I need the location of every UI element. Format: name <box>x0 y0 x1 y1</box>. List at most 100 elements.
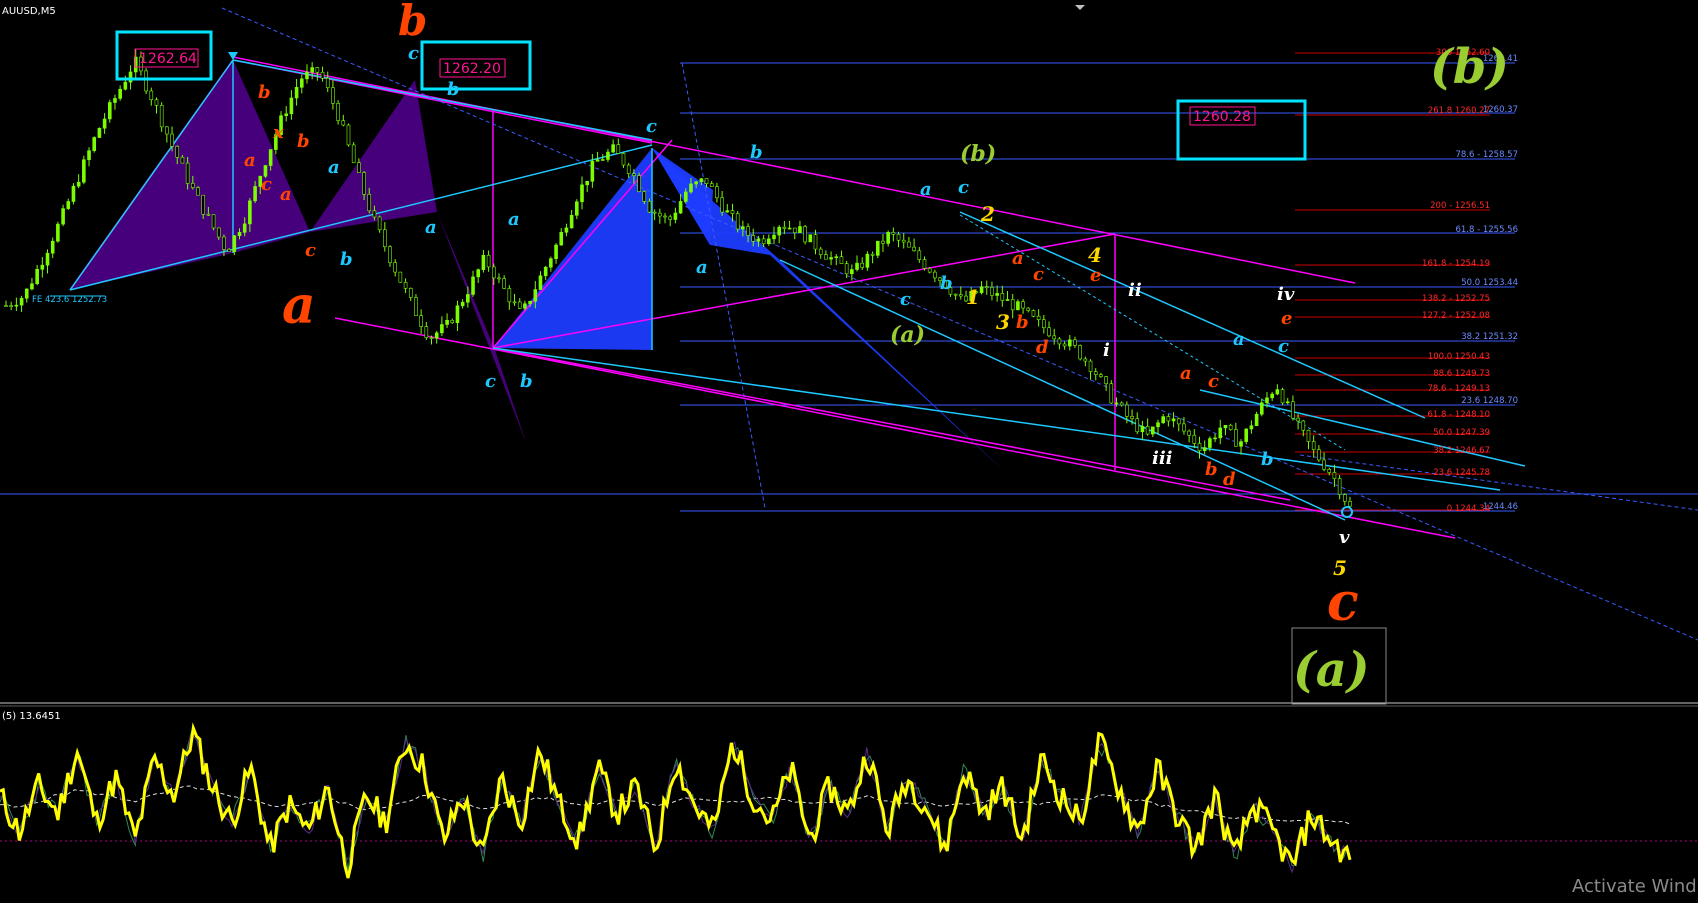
candle-body <box>626 164 631 174</box>
candle-body <box>1016 301 1020 311</box>
candle-body <box>1156 422 1160 428</box>
candle-body <box>1052 335 1057 340</box>
wave-label-big-b: b <box>398 0 427 45</box>
candle-body <box>1192 434 1197 444</box>
wave-label: c <box>1208 371 1219 392</box>
price-chart[interactable]: 1262.64 1262.20 1260.28 FE 423.6 1252.73… <box>0 0 1698 899</box>
candle-body <box>824 254 828 260</box>
candle-body <box>818 248 823 255</box>
candle-body <box>678 201 683 214</box>
candle-body <box>1119 402 1124 406</box>
candle-body <box>455 305 460 323</box>
candle-body <box>984 286 989 289</box>
candle-body <box>1182 423 1186 432</box>
price-box-2[interactable]: 1262.20 <box>420 40 532 91</box>
candle-body <box>1337 478 1342 495</box>
candle-body <box>1301 420 1306 431</box>
wave-roman: iii <box>1152 448 1173 469</box>
candle-body <box>1021 301 1025 309</box>
candle-body <box>502 278 506 289</box>
wave-label: a <box>1233 329 1245 350</box>
wave-label: c <box>305 240 316 261</box>
candle-body <box>159 105 164 128</box>
candle-body <box>1109 383 1114 404</box>
candle-body <box>1317 449 1321 461</box>
fe-label: FE 423.6 1252.73 <box>32 295 107 305</box>
candle-body <box>315 67 320 73</box>
wave-roman: ii <box>1128 280 1142 301</box>
candle-body <box>1234 429 1238 447</box>
candle-body <box>113 98 117 103</box>
candle-body <box>1078 345 1082 360</box>
candle-body <box>1042 319 1046 329</box>
candle-body <box>14 304 19 307</box>
candle-body <box>1296 417 1300 422</box>
wave-roman: v <box>1339 527 1350 548</box>
candle-body <box>1280 389 1285 404</box>
candle-body <box>289 97 294 115</box>
wave-label: d <box>1036 337 1049 358</box>
candle-body <box>185 162 190 184</box>
candle-body <box>196 187 200 196</box>
candle-body <box>305 71 309 80</box>
fib-red-label: 0 1244.34 <box>1447 504 1490 514</box>
candle-body <box>294 87 299 99</box>
chart-stage[interactable]: 1262.64 1262.20 1260.28 FE 423.6 1252.73… <box>0 0 1698 899</box>
candle-body <box>1130 416 1134 419</box>
candle-body <box>476 269 481 278</box>
candle-body <box>201 194 205 215</box>
wave-label: e <box>1090 265 1101 286</box>
wave-label: c <box>1033 264 1044 285</box>
wave-number: 3 <box>996 310 1010 334</box>
candle-body <box>362 172 366 195</box>
candle-body <box>1249 425 1254 430</box>
candle-body <box>1088 360 1093 372</box>
dashed-channel <box>221 7 1698 641</box>
wave-label: x <box>272 122 284 143</box>
fib-blue-label: 61.8 - 1255.56 <box>1455 225 1518 235</box>
candle-body <box>299 78 304 88</box>
wave-label-paren-a-box: (a) <box>1293 642 1370 698</box>
candle-body <box>45 252 50 266</box>
candle-body <box>995 293 999 296</box>
candle-body <box>896 233 901 241</box>
candle-body <box>549 258 553 268</box>
candle-body <box>383 229 387 248</box>
wave-label: e <box>1281 308 1292 329</box>
candle-body <box>1343 494 1347 502</box>
candle-body <box>87 150 91 161</box>
wave-label: a <box>244 150 256 171</box>
wave-label-paren-a: (a) <box>890 322 925 348</box>
wave-number: 5 <box>1333 556 1347 580</box>
candle-body <box>82 159 86 183</box>
candle-body <box>652 211 657 214</box>
candle-body <box>990 287 994 296</box>
candle-body <box>429 337 434 339</box>
wave-number: 4 <box>1088 243 1102 267</box>
candle-body <box>959 294 963 297</box>
candle-body <box>1057 338 1062 345</box>
candle-body <box>1161 416 1165 424</box>
candle-body <box>1083 358 1088 362</box>
candle-body <box>839 256 844 264</box>
candle-body <box>767 238 771 245</box>
candle-body <box>979 286 984 294</box>
candle-body <box>528 300 532 305</box>
fib-red-label: 261.8 1260.27 <box>1428 106 1490 116</box>
candle-body <box>30 283 34 290</box>
candle-body <box>1228 424 1233 430</box>
price-box-3[interactable]: 1260.28 <box>1176 99 1307 161</box>
candle-body <box>107 102 112 120</box>
candle-body <box>1104 376 1108 385</box>
price-box-2-text: 1262.20 <box>443 61 501 77</box>
fib-red-label: 23.6 1245.78 <box>1433 468 1490 478</box>
candle-body <box>403 281 408 289</box>
candle-body <box>927 268 932 273</box>
candle-body <box>206 213 211 216</box>
oscillator-label: (5) 13.6451 <box>2 711 61 722</box>
candle-body <box>1197 443 1202 452</box>
shift-marker-icon[interactable] <box>1075 5 1085 10</box>
candle-body <box>66 201 71 209</box>
candle-body <box>886 232 890 244</box>
candle-body <box>715 186 719 199</box>
